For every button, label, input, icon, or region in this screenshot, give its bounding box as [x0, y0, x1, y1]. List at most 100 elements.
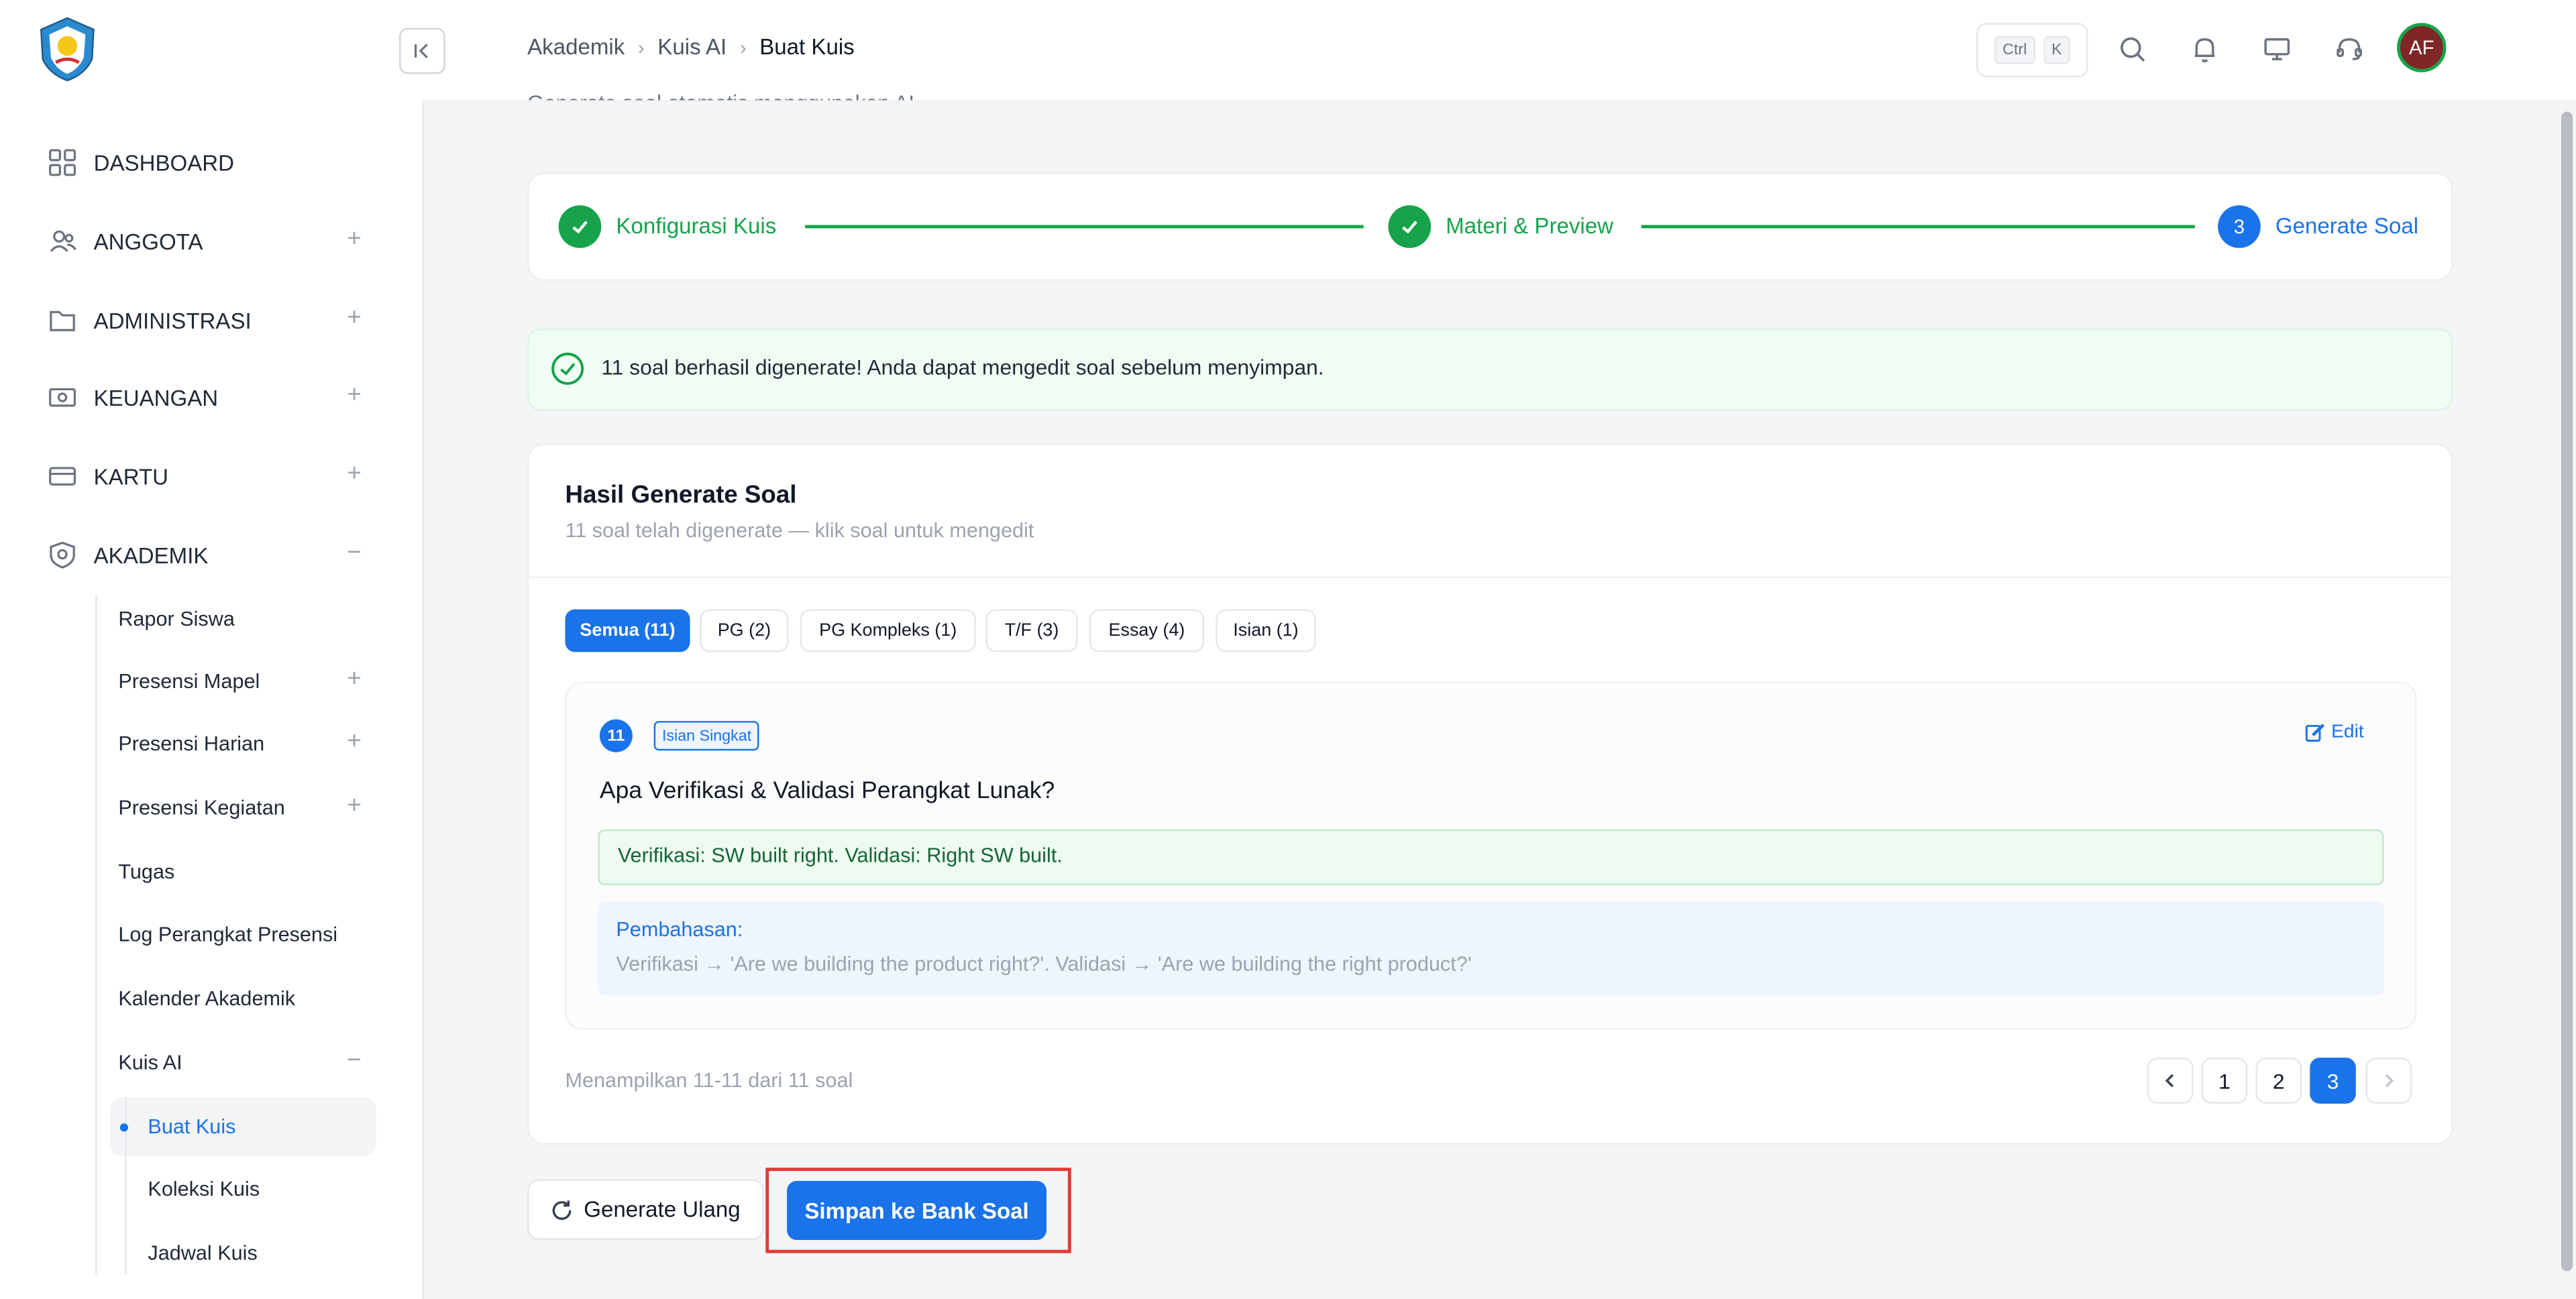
plus-icon[interactable]: +	[347, 665, 361, 693]
chevron-right-icon: ›	[637, 35, 645, 58]
sidebar-item-log-perangkat[interactable]: Log Perangkat Presensi	[118, 915, 374, 954]
scrollbar[interactable]	[2558, 101, 2576, 1299]
result-subtitle: 11 soal telah digenerate — klik soal unt…	[565, 518, 1034, 543]
tab-tf[interactable]: T/F (3)	[985, 609, 1078, 653]
tab-semua[interactable]: Semua (11)	[565, 609, 690, 653]
result-title: Hasil Generate Soal	[565, 481, 797, 510]
breadcrumb: Akademik › Kuis AI › Buat Kuis	[527, 34, 855, 59]
question-text: Apa Verifikasi & Validasi Perangkat Luna…	[599, 778, 1055, 805]
step-3-label: Generate Soal	[2275, 213, 2419, 239]
sidebar-item-rapor-siswa[interactable]: Rapor Siswa	[118, 600, 374, 639]
collapse-icon	[415, 43, 428, 58]
nav-kartu[interactable]: KARTU +	[46, 455, 375, 498]
question-card[interactable]: 11 Isian Singkat Edit Apa Verifikasi & V…	[565, 681, 2417, 1030]
answer-box: Verifikasi: SW built right. Validasi: Ri…	[598, 829, 2384, 886]
pagination-page-2[interactable]: 2	[2255, 1058, 2302, 1104]
check-circle-icon	[551, 352, 584, 385]
pagination-prev[interactable]	[2147, 1058, 2194, 1104]
chevron-right-icon: ›	[739, 35, 747, 58]
nav-dashboard[interactable]: DASHBOARD	[46, 142, 375, 184]
plus-icon[interactable]: +	[347, 460, 361, 488]
minus-icon[interactable]: −	[347, 539, 361, 567]
plus-icon[interactable]: +	[347, 791, 361, 820]
tab-isian[interactable]: Isian (1)	[1216, 609, 1316, 653]
avatar[interactable]: AF	[2397, 23, 2447, 72]
tab-pg-kompleks[interactable]: PG Kompleks (1)	[800, 609, 976, 653]
folder-icon	[46, 304, 79, 337]
step-3-number: 3	[2218, 205, 2261, 248]
question-number: 11	[599, 719, 633, 752]
nav-label: AKADEMIK	[93, 543, 209, 568]
nav-administrasi[interactable]: ADMINISTRASI +	[46, 299, 375, 342]
sidebar-item-label: Rapor Siswa	[118, 608, 235, 631]
tab-pg[interactable]: PG (2)	[700, 609, 789, 653]
tab-essay[interactable]: Essay (4)	[1089, 609, 1205, 653]
breadcrumb-akademik[interactable]: Akademik	[527, 34, 625, 59]
nav-label: ANGGOTA	[93, 229, 203, 254]
kbd-k: K	[2043, 36, 2070, 64]
plus-icon[interactable]: +	[347, 381, 361, 409]
explanation-label: Pembahasan:	[616, 917, 743, 942]
step-connector	[805, 225, 1364, 229]
nav-akademik[interactable]: AKADEMIK −	[46, 534, 375, 577]
sidebar-item-jadwal-kuis[interactable]: Jadwal Kuis	[148, 1233, 257, 1273]
collapse-sidebar-button[interactable]	[399, 27, 445, 74]
sidebar-item-presensi-harian[interactable]: Presensi Harian +	[118, 724, 374, 764]
tree-line	[95, 594, 97, 1275]
nav-anggota[interactable]: ANGGOTA +	[46, 220, 375, 263]
sidebar-item-koleksi-kuis[interactable]: Koleksi Kuis	[148, 1170, 260, 1209]
sidebar-item-label: Presensi Mapel	[118, 670, 260, 693]
nav-label: DASHBOARD	[93, 150, 235, 175]
regenerate-button[interactable]: Generate Ulang	[527, 1179, 764, 1240]
search-shortcut[interactable]: Ctrl K	[1976, 23, 2088, 78]
alert-text: 11 soal berhasil digenerate! Anda dapat …	[601, 354, 1324, 380]
scrollbar-thumb[interactable]	[2561, 111, 2573, 1272]
minus-icon[interactable]: −	[347, 1046, 361, 1074]
sidebar-item-presensi-mapel[interactable]: Presensi Mapel +	[118, 662, 374, 701]
users-icon	[46, 225, 79, 258]
plus-icon[interactable]: +	[347, 728, 361, 756]
card-icon	[46, 460, 79, 493]
pagination-page-1[interactable]: 1	[2201, 1058, 2248, 1104]
plus-icon[interactable]: +	[347, 304, 361, 332]
grid-icon	[46, 146, 79, 179]
nav-keuangan[interactable]: KEUANGAN +	[46, 376, 375, 419]
regenerate-label: Generate Ulang	[584, 1197, 741, 1223]
active-dot	[119, 1123, 129, 1132]
nav-label: KEUANGAN	[93, 385, 219, 410]
monitor-icon[interactable]	[2261, 33, 2294, 66]
breadcrumb-kuis-ai[interactable]: Kuis AI	[657, 34, 727, 59]
search-icon[interactable]	[2116, 33, 2149, 66]
sidebar-item-buat-kuis[interactable]: Buat Kuis	[148, 1107, 235, 1147]
sidebar: DASHBOARD ANGGOTA + ADMINISTRASI + KEUAN…	[0, 0, 424, 1299]
stepper: Konfigurasi Kuis Materi & Preview 3 Gene…	[527, 172, 2453, 281]
bell-icon[interactable]	[2188, 33, 2221, 66]
headset-icon[interactable]	[2333, 33, 2366, 66]
sidebar-item-kuis-ai[interactable]: Kuis AI −	[118, 1043, 374, 1082]
showing-count: Menampilkan 11-11 dari 11 soal	[565, 1069, 853, 1092]
sidebar-item-label: Presensi Kegiatan	[118, 796, 285, 820]
chevron-left-icon	[2165, 1074, 2174, 1088]
step-1-label: Konfigurasi Kuis	[616, 213, 777, 239]
sidebar-item-label: Kalender Akademik	[118, 986, 296, 1011]
pagination-page-3[interactable]: 3	[2310, 1058, 2356, 1104]
check-icon	[558, 205, 602, 248]
edit-button[interactable]: Edit	[2305, 723, 2364, 742]
sidebar-item-kalender[interactable]: Kalender Akademik	[118, 979, 374, 1019]
sidebar-item-label: Presensi Harian	[118, 732, 265, 756]
money-icon	[46, 381, 79, 414]
result-card: Hasil Generate Soal 11 soal telah digene…	[527, 443, 2453, 1145]
sidebar-item-presensi-kegiatan[interactable]: Presensi Kegiatan +	[118, 789, 374, 828]
logo-icon[interactable]	[36, 16, 99, 82]
nav-label: KARTU	[93, 463, 169, 489]
plus-icon[interactable]: +	[347, 225, 361, 253]
explanation-box: Pembahasan: Verifikasi → 'Are we buildin…	[598, 901, 2384, 996]
pagination-next[interactable]	[2365, 1058, 2412, 1104]
edit-label: Edit	[2331, 722, 2364, 742]
edit-icon	[2305, 724, 2324, 742]
chevron-right-icon	[2385, 1074, 2394, 1088]
success-alert: 11 soal berhasil digenerate! Anda dapat …	[527, 328, 2453, 411]
question-type-badge: Isian Singkat	[653, 721, 760, 751]
answer-text: Verifikasi: SW built right. Validasi: Ri…	[617, 844, 1063, 868]
sidebar-item-tugas[interactable]: Tugas	[118, 852, 374, 892]
